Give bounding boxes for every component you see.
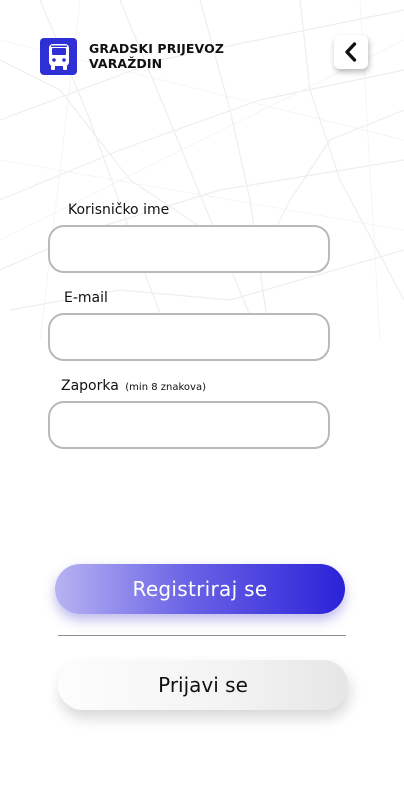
divider: [58, 635, 346, 636]
password-label: Zaporka: [61, 378, 119, 394]
password-hint: (min 8 znakova): [125, 382, 206, 393]
login-button[interactable]: Prijavi se: [58, 660, 348, 710]
app-title-line1: GRADSKI PRIJEVOZ: [89, 41, 224, 56]
username-input[interactable]: [48, 225, 330, 273]
bus-icon: [48, 43, 69, 70]
register-button[interactable]: Registriraj se: [55, 564, 345, 614]
app-logo: [40, 38, 77, 75]
password-label-group: Zaporka (min 8 znakova): [61, 378, 206, 394]
password-input[interactable]: [48, 401, 330, 449]
app-title: GRADSKI PRIJEVOZ VARAŽDIN: [89, 41, 224, 71]
email-label: E-mail: [64, 290, 108, 306]
back-button[interactable]: [334, 35, 368, 69]
chevron-left-icon: [345, 42, 357, 62]
email-input[interactable]: [48, 313, 330, 361]
app-title-line2: VARAŽDIN: [89, 56, 163, 71]
username-label: Korisničko ime: [68, 202, 170, 218]
